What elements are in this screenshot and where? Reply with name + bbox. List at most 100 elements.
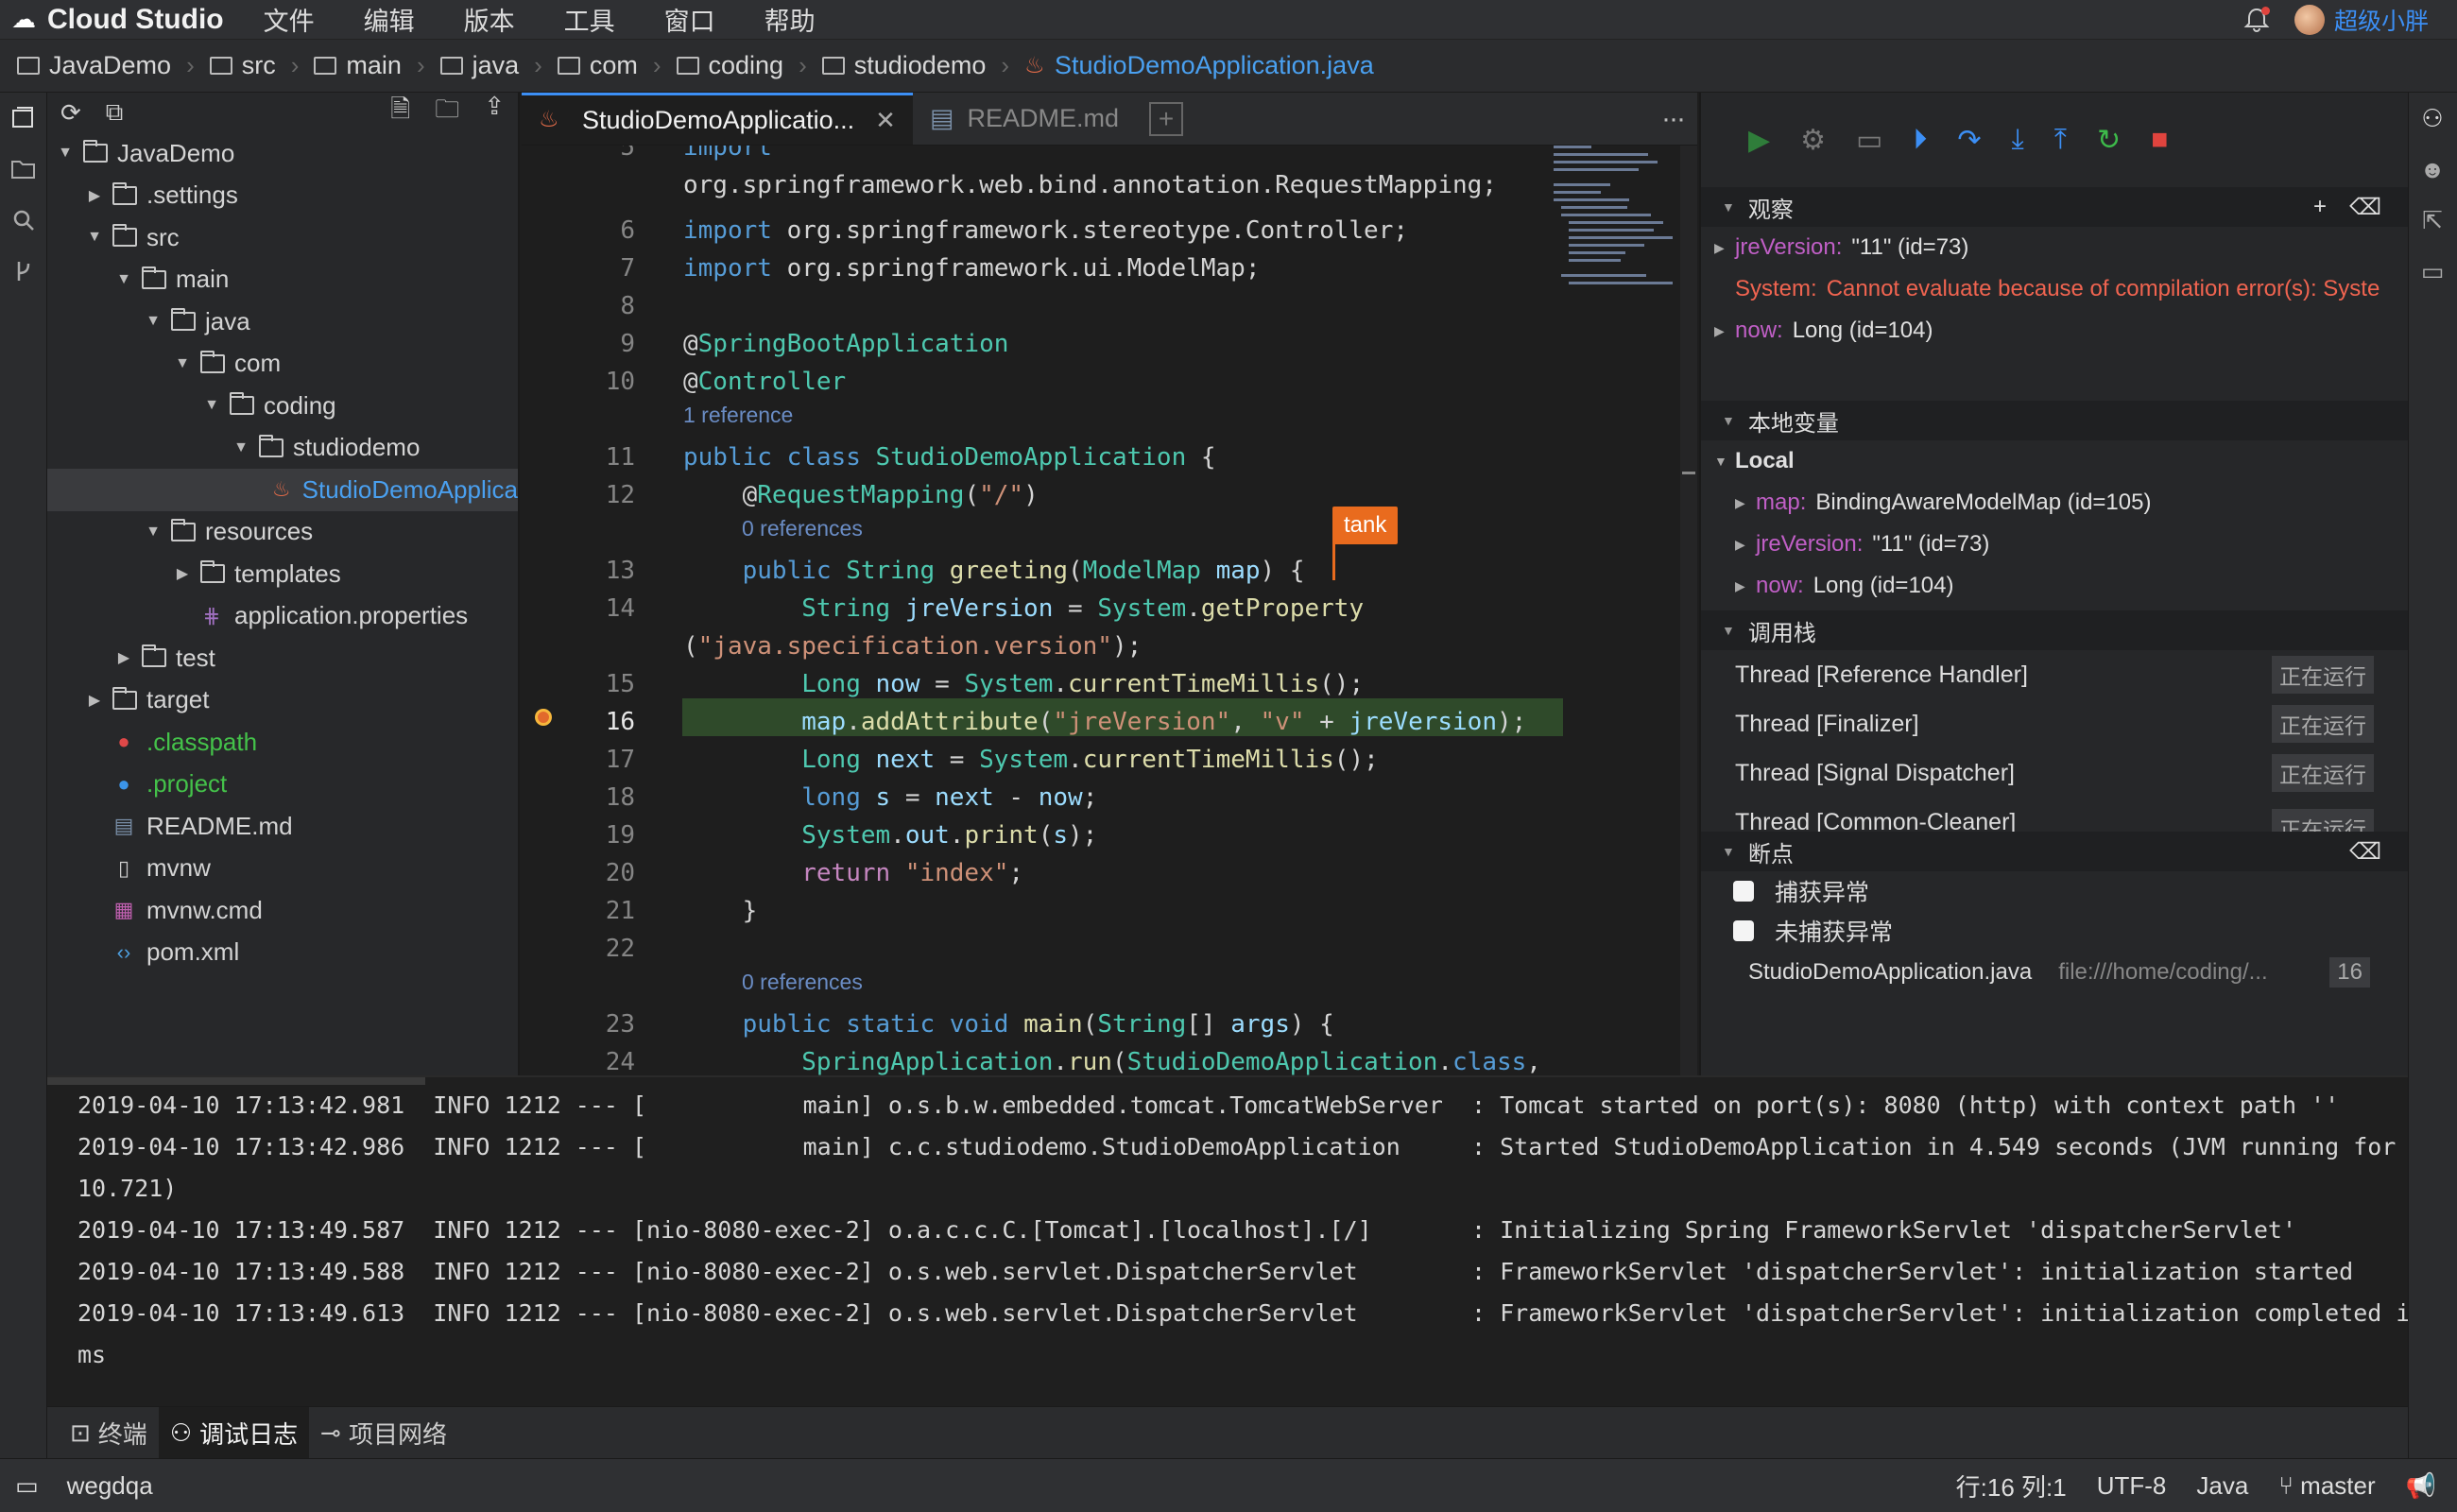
tree-folder[interactable]: ▼ java	[47, 301, 518, 343]
chevron-down-icon[interactable]: ▼	[145, 524, 162, 541]
tree-folder[interactable]: ▼ src	[47, 216, 518, 259]
tab-project-network[interactable]: ⊸ 项目网络	[309, 1407, 458, 1459]
code-lens-references[interactable]: 0 references	[742, 970, 863, 995]
breakpoints-section-header[interactable]: ▼ 断点 ⌫	[1701, 832, 2408, 871]
step-out-icon[interactable]: ⤒	[2054, 124, 2067, 156]
breadcrumb-item[interactable]: studiodemo ›	[821, 51, 1009, 80]
chevron-right-icon[interactable]: ▶	[174, 564, 191, 583]
continue-icon[interactable]: ▶	[1748, 124, 1770, 157]
locals-group[interactable]: ▼ Local	[1701, 440, 2408, 482]
tree-folder[interactable]: ▶ .settings	[47, 175, 518, 217]
debug-console[interactable]: 2019-04-10 17:13:42.981 INFO 1212 --- [ …	[47, 1075, 2408, 1406]
more-options-icon[interactable]: ···	[1661, 103, 1686, 135]
tree-file[interactable]: ▯ mvnw	[47, 848, 518, 890]
preview-link-icon[interactable]: ⇱	[2409, 195, 2456, 246]
menu-help[interactable]: 帮助	[765, 1, 816, 38]
uncaught-exceptions-checkbox[interactable]: 未捕获异常	[1701, 911, 2408, 951]
stop-icon[interactable]: ■	[2151, 124, 2168, 156]
add-watch-icon[interactable]: +	[2313, 194, 2327, 221]
debug-binoculars-icon[interactable]: ⚇	[2409, 93, 2456, 144]
menu-file[interactable]: 文件	[264, 1, 315, 38]
watch-item[interactable]: ▶ jreVersion: "11" (id=73)	[1701, 227, 2408, 268]
tree-file[interactable]: ● .project	[47, 764, 518, 806]
code-editor[interactable]: 5 import org.springframework.web.bind.ann…	[522, 146, 1697, 1075]
thread-item[interactable]: Thread [Common-Cleaner] 正在运行	[1701, 798, 2408, 832]
tree-file[interactable]: ● .classpath	[47, 721, 518, 764]
menu-tools[interactable]: 工具	[564, 1, 615, 38]
breadcrumb-item[interactable]: src ›	[209, 51, 299, 80]
chevron-down-icon[interactable]: ▼	[174, 355, 191, 372]
source-control-icon[interactable]	[0, 246, 47, 297]
folder-open-icon[interactable]	[0, 144, 47, 195]
chevron-down-icon[interactable]: ▼	[86, 229, 103, 246]
feedback-megaphone-icon[interactable]: 📢	[2406, 1471, 2436, 1501]
tree-folder[interactable]: ▼ resources	[47, 511, 518, 554]
watch-item[interactable]: System: Cannot evaluate because of compil…	[1701, 268, 2408, 310]
menu-window[interactable]: 窗口	[664, 1, 715, 38]
breadcrumb-item[interactable]: JavaDemo ›	[17, 51, 195, 80]
step-over-icon[interactable]: ↷	[1957, 124, 1981, 157]
search-icon[interactable]	[0, 195, 47, 246]
clear-watch-icon[interactable]: ⌫	[2349, 194, 2381, 221]
code-lens-references[interactable]: 1 reference	[683, 403, 793, 428]
local-variable[interactable]: ▶ now: Long (id=104)	[1701, 565, 2408, 607]
user-menu[interactable]: 超级小胖	[2294, 3, 2429, 37]
watch-section-header[interactable]: ▼ 观察 + ⌫	[1701, 187, 2408, 227]
breakpoint-item[interactable]: StudioDemoApplication.java file:///home/…	[1701, 951, 2408, 994]
monitor-icon[interactable]: ▭	[2409, 246, 2456, 297]
breadcrumb-item[interactable]: main ›	[314, 51, 425, 80]
new-file-icon[interactable]: 🗎	[390, 93, 410, 133]
breadcrumb-item[interactable]: coding ›	[676, 51, 807, 80]
tree-file[interactable]: ▤ README.md	[47, 805, 518, 848]
language-mode[interactable]: Java	[2196, 1471, 2248, 1501]
tab-studiodemoapplication[interactable]: ♨ StudioDemoApplicatio... ✕	[522, 93, 913, 145]
tree-file[interactable]: ‹› pom.xml	[47, 932, 518, 974]
chevron-right-icon[interactable]: ▶	[86, 691, 103, 710]
notification-bell-icon[interactable]	[2243, 7, 2270, 33]
tree-folder[interactable]: ▶ test	[47, 637, 518, 679]
git-branch[interactable]: ⑂ master	[2278, 1471, 2375, 1501]
tree-folder[interactable]: ▶ target	[47, 679, 518, 722]
file-encoding[interactable]: UTF-8	[2097, 1471, 2167, 1501]
tree-folder[interactable]: ▼ JavaDemo	[47, 132, 518, 175]
watch-item[interactable]: ▶ now: Long (id=104)	[1701, 310, 2408, 352]
new-tab-button[interactable]: +	[1149, 102, 1183, 136]
breadcrumb-current-file[interactable]: ♨ StudioDemoApplication.java	[1024, 51, 1374, 80]
locals-section-header[interactable]: ▼ 本地变量	[1701, 401, 2408, 440]
menu-edit[interactable]: 编辑	[364, 1, 415, 38]
menu-version[interactable]: 版本	[464, 1, 515, 38]
collaborators-icon[interactable]: ☻	[2409, 144, 2456, 195]
chevron-right-icon[interactable]: ▶	[115, 648, 132, 667]
local-variable[interactable]: ▶ map: BindingAwareModelMap (id=105)	[1701, 482, 2408, 524]
tab-readme[interactable]: ▤ README.md	[913, 93, 1136, 145]
tree-folder[interactable]: ▶ templates	[47, 553, 518, 595]
breadcrumb-item[interactable]: java ›	[439, 51, 542, 80]
tree-folder[interactable]: ▼ com	[47, 343, 518, 386]
restart-icon[interactable]: ↻	[2097, 124, 2121, 157]
close-tab-icon[interactable]: ✕	[875, 106, 896, 135]
resume-icon[interactable]: ⏵	[1913, 124, 1927, 156]
tab-terminal[interactable]: ⊡ 终端	[59, 1407, 159, 1459]
console-scrollbar[interactable]	[47, 1077, 425, 1085]
tree-folder[interactable]: ▼ studiodemo	[47, 427, 518, 470]
tree-file[interactable]: ⋕ application.properties	[47, 595, 518, 638]
chevron-down-icon[interactable]: ▼	[57, 145, 74, 162]
collapse-all-icon[interactable]: ⧉	[106, 97, 124, 128]
tree-file[interactable]: ▦ mvnw.cmd	[47, 889, 518, 932]
thread-item[interactable]: Thread [Finalizer] 正在运行	[1701, 699, 2408, 748]
chevron-down-icon[interactable]: ▼	[115, 271, 132, 288]
console-icon[interactable]: ▭	[1856, 124, 1882, 157]
thread-item[interactable]: Thread [Reference Handler] 正在运行	[1701, 650, 2408, 699]
minimap[interactable]	[1554, 146, 1676, 325]
thread-item[interactable]: Thread [Signal Dispatcher] 正在运行	[1701, 748, 2408, 798]
tree-folder[interactable]: ▼ main	[47, 259, 518, 301]
cursor-position[interactable]: 行:16 列:1	[1956, 1469, 2067, 1503]
chevron-down-icon[interactable]: ▼	[145, 313, 162, 330]
chevron-right-icon[interactable]: ▶	[86, 186, 103, 205]
local-variable[interactable]: ▶ jreVersion: "11" (id=73)	[1701, 524, 2408, 565]
settings-gear-icon[interactable]: ⚙	[1800, 124, 1826, 157]
code-lens-references[interactable]: 0 references	[742, 516, 863, 541]
explorer-icon[interactable]	[0, 93, 47, 144]
tab-debug-log[interactable]: ⚇ 调试日志	[158, 1406, 310, 1459]
tree-folder[interactable]: ▼ coding	[47, 385, 518, 427]
